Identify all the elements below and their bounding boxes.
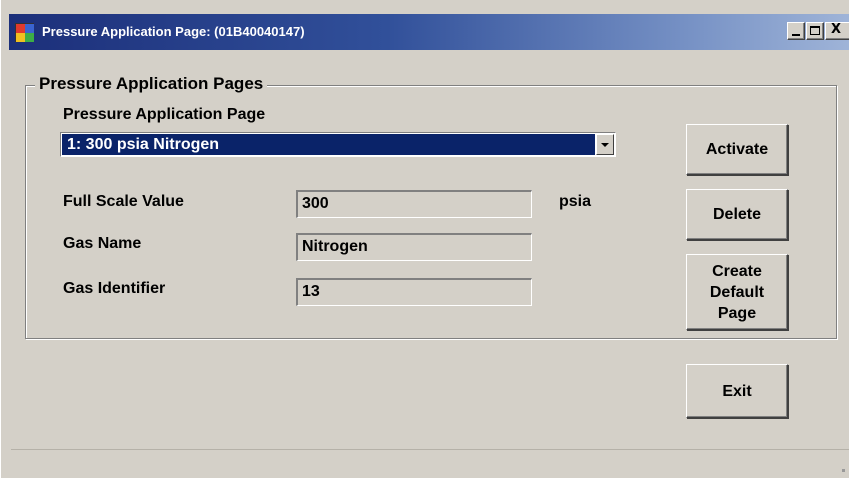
delete-button-label: Delete [712,206,762,223]
full-scale-field[interactable]: 300 [296,190,532,218]
minimize-button[interactable] [787,22,805,40]
gas-name-label: Gas Name [63,235,142,252]
page-selector-combo[interactable]: 1: 300 psia Nitrogen [60,132,616,157]
close-button[interactable]: X [825,22,849,40]
status-strip-divider [11,449,849,450]
minimize-icon [792,34,800,36]
delete-button[interactable]: Delete [686,189,788,240]
create-default-page-label: Create Default Page [709,262,765,322]
full-scale-unit: psia [559,193,592,210]
page-selector-value: 1: 300 psia Nitrogen [62,134,595,155]
activate-button[interactable]: Activate [686,124,788,175]
exit-button-label: Exit [722,382,752,400]
resize-grip-icon[interactable] [842,469,845,472]
app-icon [15,23,34,42]
maximize-icon [810,26,820,35]
window-title: Pressure Application Page: (01B40040147) [42,24,305,39]
create-default-page-button[interactable]: Create Default Page [686,254,788,330]
activate-button-label: Activate [705,141,769,158]
pressure-application-window: Pressure Application Page: (01B40040147)… [0,0,849,478]
full-scale-label: Full Scale Value [63,193,184,210]
gas-identifier-field[interactable]: 13 [296,278,532,306]
chevron-down-icon[interactable] [596,134,614,155]
exit-button[interactable]: Exit [686,364,788,418]
maximize-button[interactable] [806,22,824,40]
gas-identifier-label: Gas Identifier [63,280,166,297]
title-bar[interactable]: Pressure Application Page: (01B40040147)… [9,14,849,50]
page-selector-label: Pressure Application Page [63,106,266,123]
group-legend: Pressure Application Pages [35,74,268,94]
gas-name-field[interactable]: Nitrogen [296,233,532,261]
